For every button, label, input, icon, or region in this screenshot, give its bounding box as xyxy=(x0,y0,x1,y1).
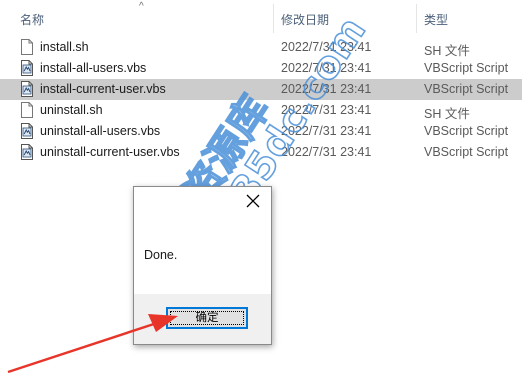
red-arrow-annotation xyxy=(7,314,178,374)
